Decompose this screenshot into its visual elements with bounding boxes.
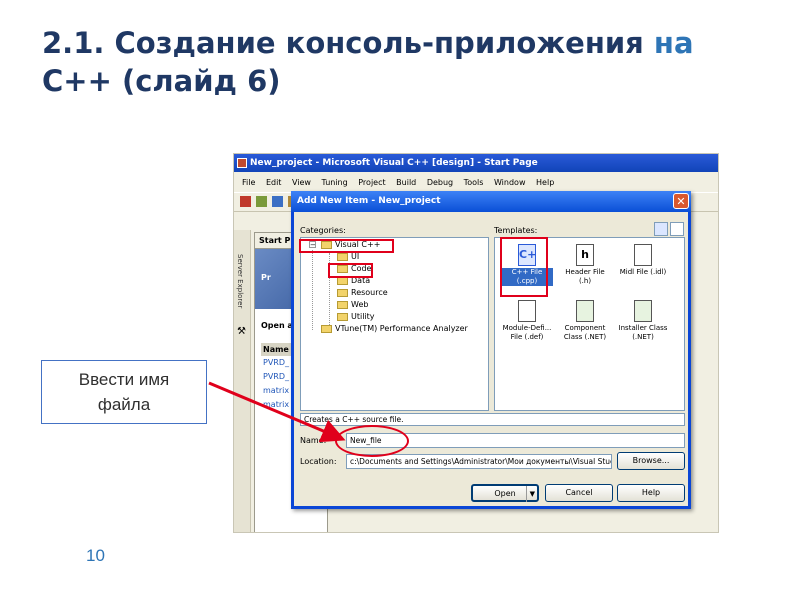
new-project-icon[interactable]	[240, 196, 251, 207]
dropdown-arrow-icon[interactable]: ▼	[525, 486, 535, 502]
ide-window-title: New_project - Microsoft Visual C++ [desi…	[250, 158, 538, 168]
help-button[interactable]: Help	[617, 484, 685, 502]
installer-class-icon	[634, 300, 652, 322]
open-button[interactable]: Open ▼	[471, 484, 539, 502]
menu-tuning[interactable]: Tuning	[322, 176, 348, 190]
category-utility[interactable]: Utility	[337, 311, 375, 323]
dialog-title: Add New Item - New_project	[297, 196, 441, 206]
templates-label: Templates:	[494, 226, 538, 235]
category-web[interactable]: Web	[337, 299, 368, 311]
highlight-cpp-file	[500, 237, 548, 297]
dialog-title-bar: Add New Item - New_project ✕	[291, 191, 691, 212]
callout-line2: файла	[97, 395, 151, 414]
chart-icon[interactable]	[272, 196, 283, 207]
template-component-class[interactable]: Component Class (.NET)	[559, 300, 611, 342]
menu-edit[interactable]: Edit	[266, 176, 282, 190]
toolbox-icon[interactable]: ⚒	[237, 326, 246, 337]
browse-button[interactable]: Browse...	[617, 452, 685, 470]
add-item-icon[interactable]	[256, 196, 267, 207]
template-header-file[interactable]: h Header File (.h)	[559, 244, 611, 286]
location-field[interactable]: c:\Documents and Settings\Administrator\…	[346, 454, 612, 469]
title-line2: C++ (слайд 6)	[42, 64, 281, 98]
folder-icon	[337, 300, 348, 309]
ide-title-bar: New_project - Microsoft Visual C++ [desi…	[234, 154, 718, 172]
callout-box: Ввести имя файла	[41, 360, 207, 424]
menu-tools[interactable]: Tools	[464, 176, 484, 190]
folder-icon	[337, 312, 348, 321]
list-view-button[interactable]	[670, 222, 684, 236]
highlight-code	[328, 263, 373, 278]
menu-debug[interactable]: Debug	[427, 176, 453, 190]
name-label: Name:	[300, 436, 327, 445]
highlight-name-field	[335, 425, 409, 457]
menu-project[interactable]: Project	[358, 176, 385, 190]
template-installer-class[interactable]: Installer Class (.NET)	[617, 300, 669, 342]
menu-help[interactable]: Help	[536, 176, 554, 190]
category-resource[interactable]: Resource	[337, 287, 388, 299]
title-accent: на	[653, 26, 694, 60]
template-description: Creates a C++ source file.	[300, 413, 685, 426]
menu-bar: File Edit View Tuning Project Build Debu…	[234, 176, 718, 190]
large-icons-view-button[interactable]	[654, 222, 668, 236]
title-main: 2.1. Создание консоль-приложения	[42, 26, 644, 60]
projects-tab[interactable]: Pr	[261, 273, 271, 282]
app-icon	[237, 158, 247, 168]
menu-file[interactable]: File	[242, 176, 255, 190]
folder-icon	[337, 288, 348, 297]
ide-screenshot: New_project - Microsoft Visual C++ [desi…	[233, 153, 719, 533]
cancel-button[interactable]: Cancel	[545, 484, 613, 502]
folder-icon	[337, 252, 348, 261]
template-module-def[interactable]: Module-Defi... File (.def)	[501, 300, 553, 342]
page-number: 10	[86, 546, 105, 565]
component-class-icon	[576, 300, 594, 322]
menu-window[interactable]: Window	[494, 176, 526, 190]
server-explorer-tab[interactable]: Server Explorer	[236, 254, 244, 308]
header-file-icon: h	[576, 244, 594, 266]
callout-line1: Ввести имя	[78, 370, 170, 389]
folder-icon	[321, 324, 332, 333]
location-label: Location:	[300, 457, 337, 466]
menu-build[interactable]: Build	[396, 176, 416, 190]
highlight-visual-cpp	[299, 239, 394, 253]
midl-file-icon	[634, 244, 652, 266]
categories-label: Categories:	[300, 226, 346, 235]
slide-title: 2.1. Создание консоль-приложения на C++ …	[42, 24, 742, 100]
module-def-icon	[518, 300, 536, 322]
menu-view[interactable]: View	[292, 176, 311, 190]
open-project-heading: Open a	[261, 321, 293, 330]
category-vtune[interactable]: VTune(TM) Performance Analyzer	[321, 323, 468, 335]
side-toolbox: Server Explorer ⚒	[234, 230, 251, 532]
close-icon[interactable]: ✕	[673, 193, 689, 209]
template-midl-file[interactable]: Midl File (.idl)	[617, 244, 669, 277]
